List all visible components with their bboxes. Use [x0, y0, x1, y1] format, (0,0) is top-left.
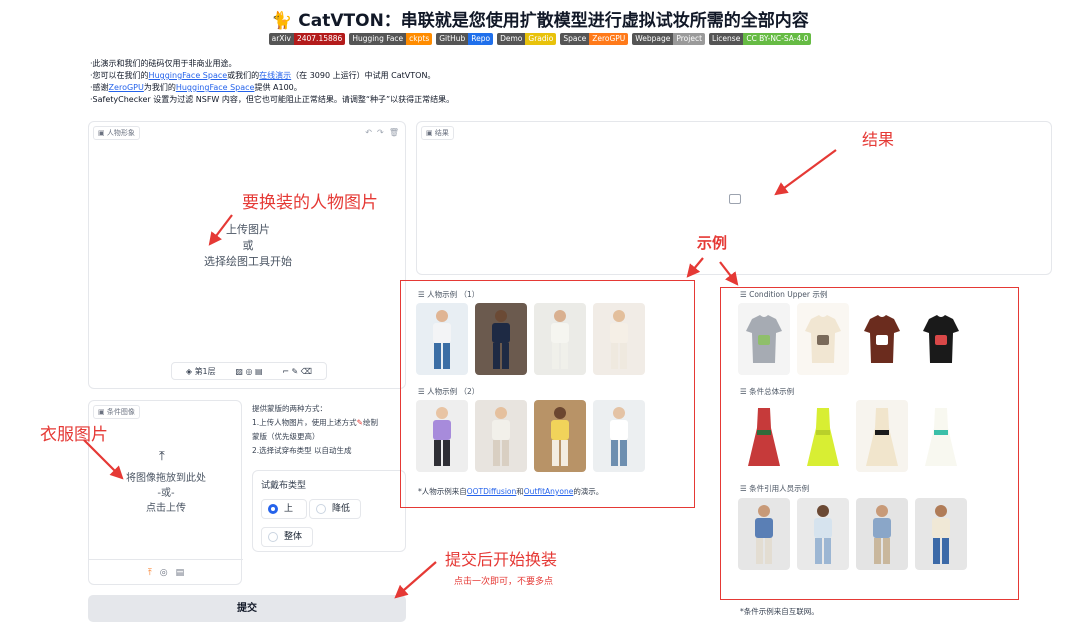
arrow-person [208, 214, 233, 246]
arrow-examples-left [686, 257, 704, 278]
arrow-examples-right [719, 261, 739, 286]
arrow-result [774, 149, 837, 196]
annotation-arrows [83, 149, 837, 599]
arrow-submit [394, 561, 437, 599]
arrow-cloth [83, 439, 124, 480]
